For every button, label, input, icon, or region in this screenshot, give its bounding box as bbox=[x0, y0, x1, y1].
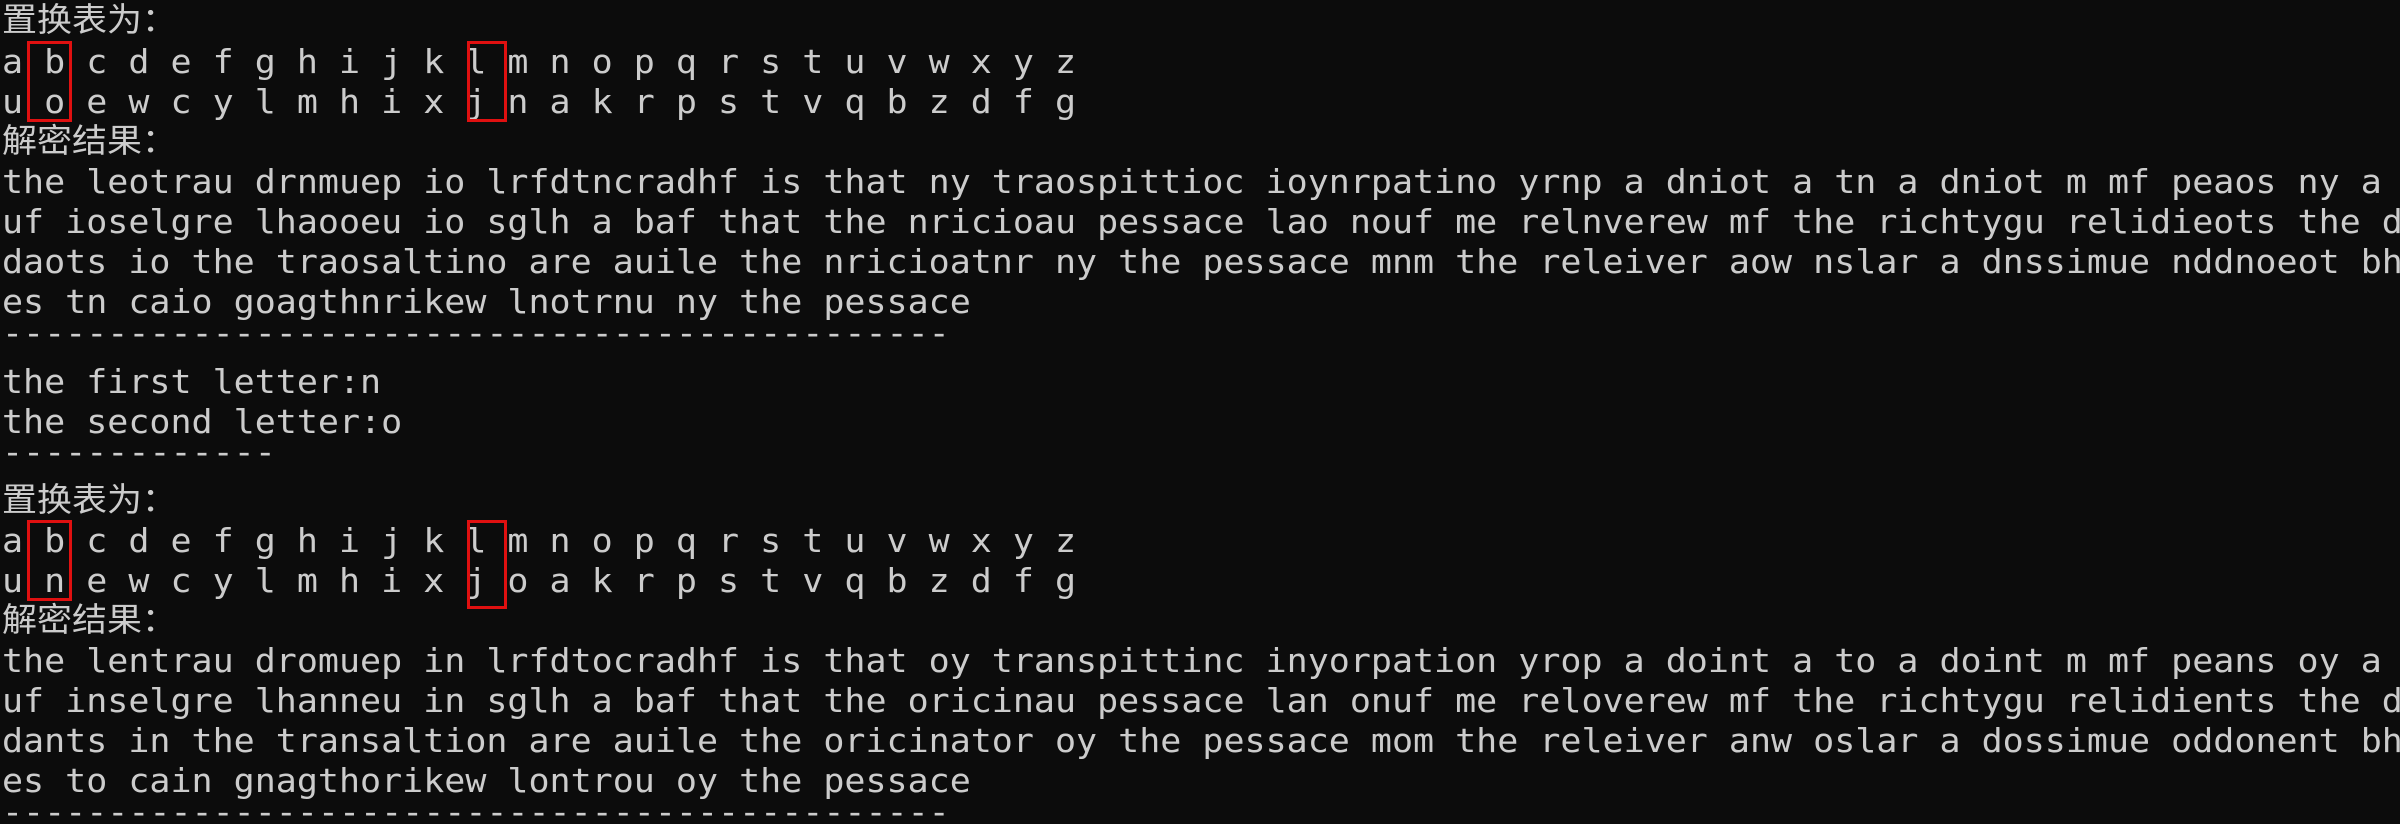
plain-alphabet-row: a b c d e f g h i j k l m n o p q r s t … bbox=[2, 42, 1077, 81]
plain-alphabet-row: a b c d e f g h i j k l m n o p q r s t … bbox=[2, 521, 1077, 560]
highlight-box-b bbox=[27, 41, 72, 122]
decrypt-result-line: uf inselgre lhanneu in sglh a baf that t… bbox=[2, 681, 2400, 720]
separator-line: ----------------------------------------… bbox=[2, 313, 950, 352]
highlight-box-m bbox=[467, 520, 507, 609]
decrypt-result-label: 解密结果： bbox=[2, 121, 177, 160]
decrypt-result-label: 解密结果： bbox=[2, 600, 177, 639]
highlight-box-m bbox=[467, 41, 507, 122]
cipher-alphabet-row: u o e w c y l m h i x j n a k r p s t v … bbox=[2, 82, 1077, 121]
cipher-alphabet-row: u n e w c y l m h i x j o a k r p s t v … bbox=[2, 561, 1077, 600]
decrypt-result-line: the lentrau dromuep in lrfdtocradhf is t… bbox=[2, 641, 2400, 680]
separator-line: ------------- bbox=[2, 432, 276, 471]
substitution-table-label: 置换表为： bbox=[2, 480, 177, 519]
decrypt-result-line: daots io the traosaltino are auile the n… bbox=[2, 242, 2400, 281]
decrypt-result-line: uf ioselgre lhaooeu io sglh a baf that t… bbox=[2, 202, 2400, 241]
console-window: 置换表为： a b c d e f g h i j k l m n o p q … bbox=[0, 0, 2400, 824]
decrypt-result-line: the leotrau drnmuep io lrfdtncradhf is t… bbox=[2, 162, 2400, 201]
separator-line: ----------------------------------------… bbox=[2, 792, 950, 824]
decrypt-result-line: dants in the transaltion are auile the o… bbox=[2, 721, 2400, 760]
substitution-table-label: 置换表为： bbox=[2, 0, 177, 39]
highlight-box-b bbox=[27, 520, 72, 601]
first-letter-output: the first letter:n bbox=[2, 362, 382, 401]
